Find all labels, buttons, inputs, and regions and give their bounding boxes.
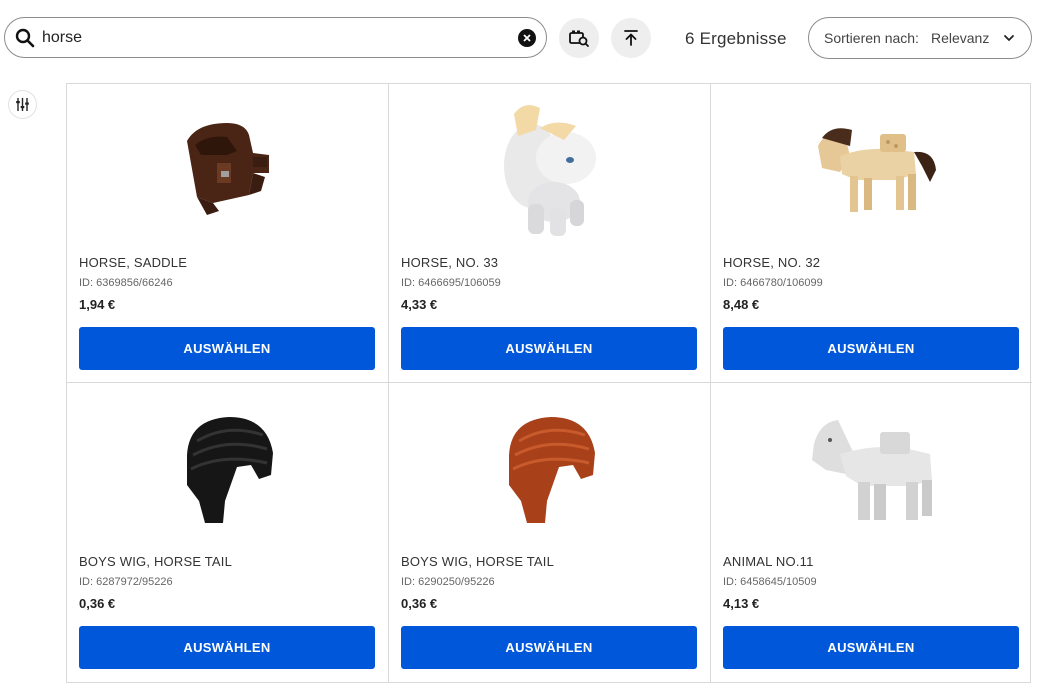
arrow-up-to-line-icon: [624, 30, 638, 46]
search-box[interactable]: [4, 17, 547, 58]
clear-search-button[interactable]: [518, 29, 536, 47]
select-button[interactable]: AUSWÄHLEN: [79, 626, 375, 669]
product-name[interactable]: HORSE, SADDLE: [79, 255, 187, 270]
filter-button[interactable]: [8, 90, 37, 119]
product-name[interactable]: BOYS WIG, HORSE TAIL: [79, 554, 232, 569]
close-icon: [523, 34, 531, 42]
product-price: 0,36 €: [79, 596, 116, 611]
black-wig-image: [187, 417, 273, 523]
white-pony-image: [504, 105, 596, 236]
product-name[interactable]: HORSE, NO. 33: [401, 255, 498, 270]
product-name[interactable]: ANIMAL NO.11: [723, 554, 814, 569]
product-image[interactable]: [469, 96, 629, 246]
product-price: 0,36 €: [401, 596, 438, 611]
grey-horse-image: [812, 420, 932, 520]
product-price: 8,48 €: [723, 297, 760, 312]
product-image[interactable]: [791, 395, 951, 545]
product-id: ID: 6369856/66246: [79, 277, 173, 289]
product-name[interactable]: HORSE, NO. 32: [723, 255, 820, 270]
saddle-image: [187, 123, 269, 215]
product-card: HORSE, NO. 33 ID: 6466695/106059 4,33 € …: [389, 84, 711, 383]
product-card: HORSE, SADDLE ID: 6369856/66246 1,94 € A…: [67, 84, 389, 383]
product-card: ANIMAL NO.11 ID: 6458645/10509 4,13 € AU…: [711, 383, 1032, 682]
brick-search-icon: [569, 30, 589, 47]
product-image[interactable]: [791, 96, 951, 246]
select-button[interactable]: AUSWÄHLEN: [723, 626, 1019, 669]
product-price: 4,13 €: [723, 596, 760, 611]
product-price: 4,33 €: [401, 297, 438, 312]
product-id: ID: 6466780/106099: [723, 277, 823, 289]
brown-wig-image: [509, 417, 595, 523]
select-button[interactable]: AUSWÄHLEN: [401, 626, 697, 669]
product-id: ID: 6466695/106059: [401, 277, 501, 289]
product-image[interactable]: [469, 395, 629, 545]
product-card: BOYS WIG, HORSE TAIL ID: 6287972/95226 0…: [67, 383, 389, 682]
select-button[interactable]: AUSWÄHLEN: [723, 327, 1019, 370]
tan-horse-image: [818, 128, 936, 212]
product-price: 1,94 €: [79, 297, 116, 312]
product-card: HORSE, NO. 32 ID: 6466780/106099 8,48 € …: [711, 84, 1032, 383]
sort-label: Sortieren nach:: [824, 30, 919, 46]
sliders-icon: [16, 98, 29, 111]
product-name[interactable]: BOYS WIG, HORSE TAIL: [401, 554, 554, 569]
product-card: BOYS WIG, HORSE TAIL ID: 6290250/95226 0…: [389, 383, 711, 682]
search-input[interactable]: [42, 18, 512, 57]
sort-dropdown[interactable]: Sortieren nach: Relevanz: [808, 17, 1032, 59]
results-count: 6 Ergebnisse: [685, 29, 787, 48]
product-id: ID: 6290250/95226: [401, 576, 495, 588]
sort-value: Relevanz: [930, 30, 990, 46]
product-image[interactable]: [147, 96, 307, 246]
search-icon: [15, 28, 35, 48]
scroll-to-top-button[interactable]: [611, 18, 651, 58]
product-image[interactable]: [147, 395, 307, 545]
product-id: ID: 6287972/95226: [79, 576, 173, 588]
product-id: ID: 6458645/10509: [723, 576, 817, 588]
select-button[interactable]: AUSWÄHLEN: [79, 327, 375, 370]
product-grid: HORSE, SADDLE ID: 6369856/66246 1,94 € A…: [66, 83, 1032, 683]
chevron-down-icon: [1004, 35, 1014, 41]
image-search-button[interactable]: [559, 18, 599, 58]
select-button[interactable]: AUSWÄHLEN: [401, 327, 697, 370]
